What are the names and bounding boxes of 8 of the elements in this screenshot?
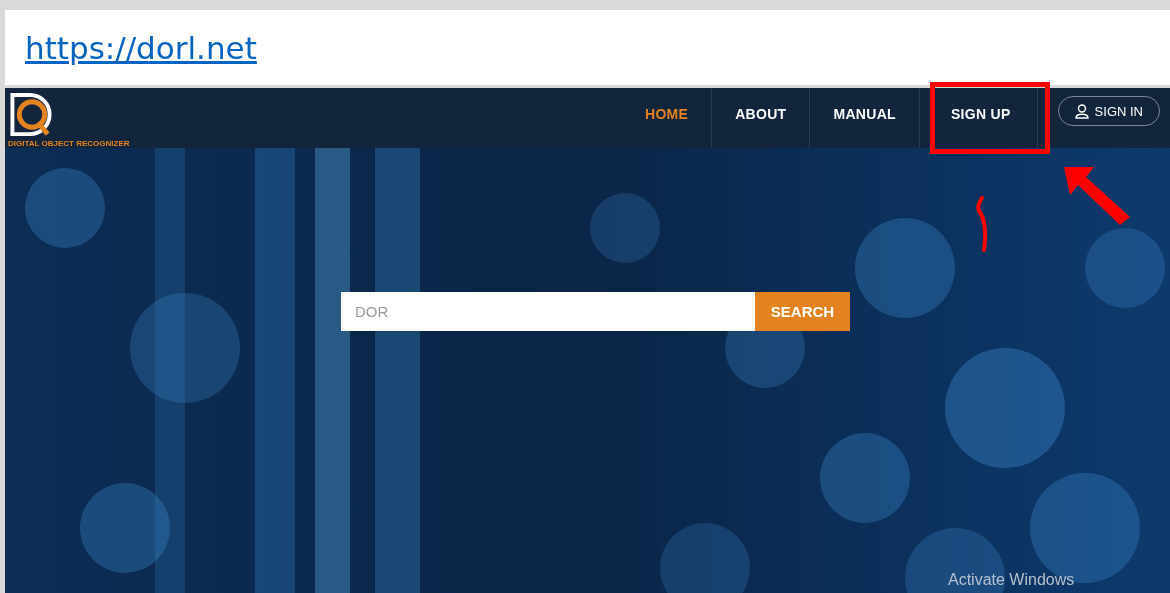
annotation-arrow <box>1062 165 1132 227</box>
logo-text: DIGITAL OBJECT RECOGNIZER <box>8 139 130 148</box>
user-icon <box>1074 103 1089 119</box>
nav-link[interactable]: HOME <box>621 88 712 148</box>
handwritten-mark <box>976 196 990 252</box>
activation-notice: Activate Windows <box>948 571 1075 589</box>
search-field[interactable]: DOR <box>341 292 755 331</box>
url-link[interactable]: https://dorl.net <box>25 29 257 66</box>
